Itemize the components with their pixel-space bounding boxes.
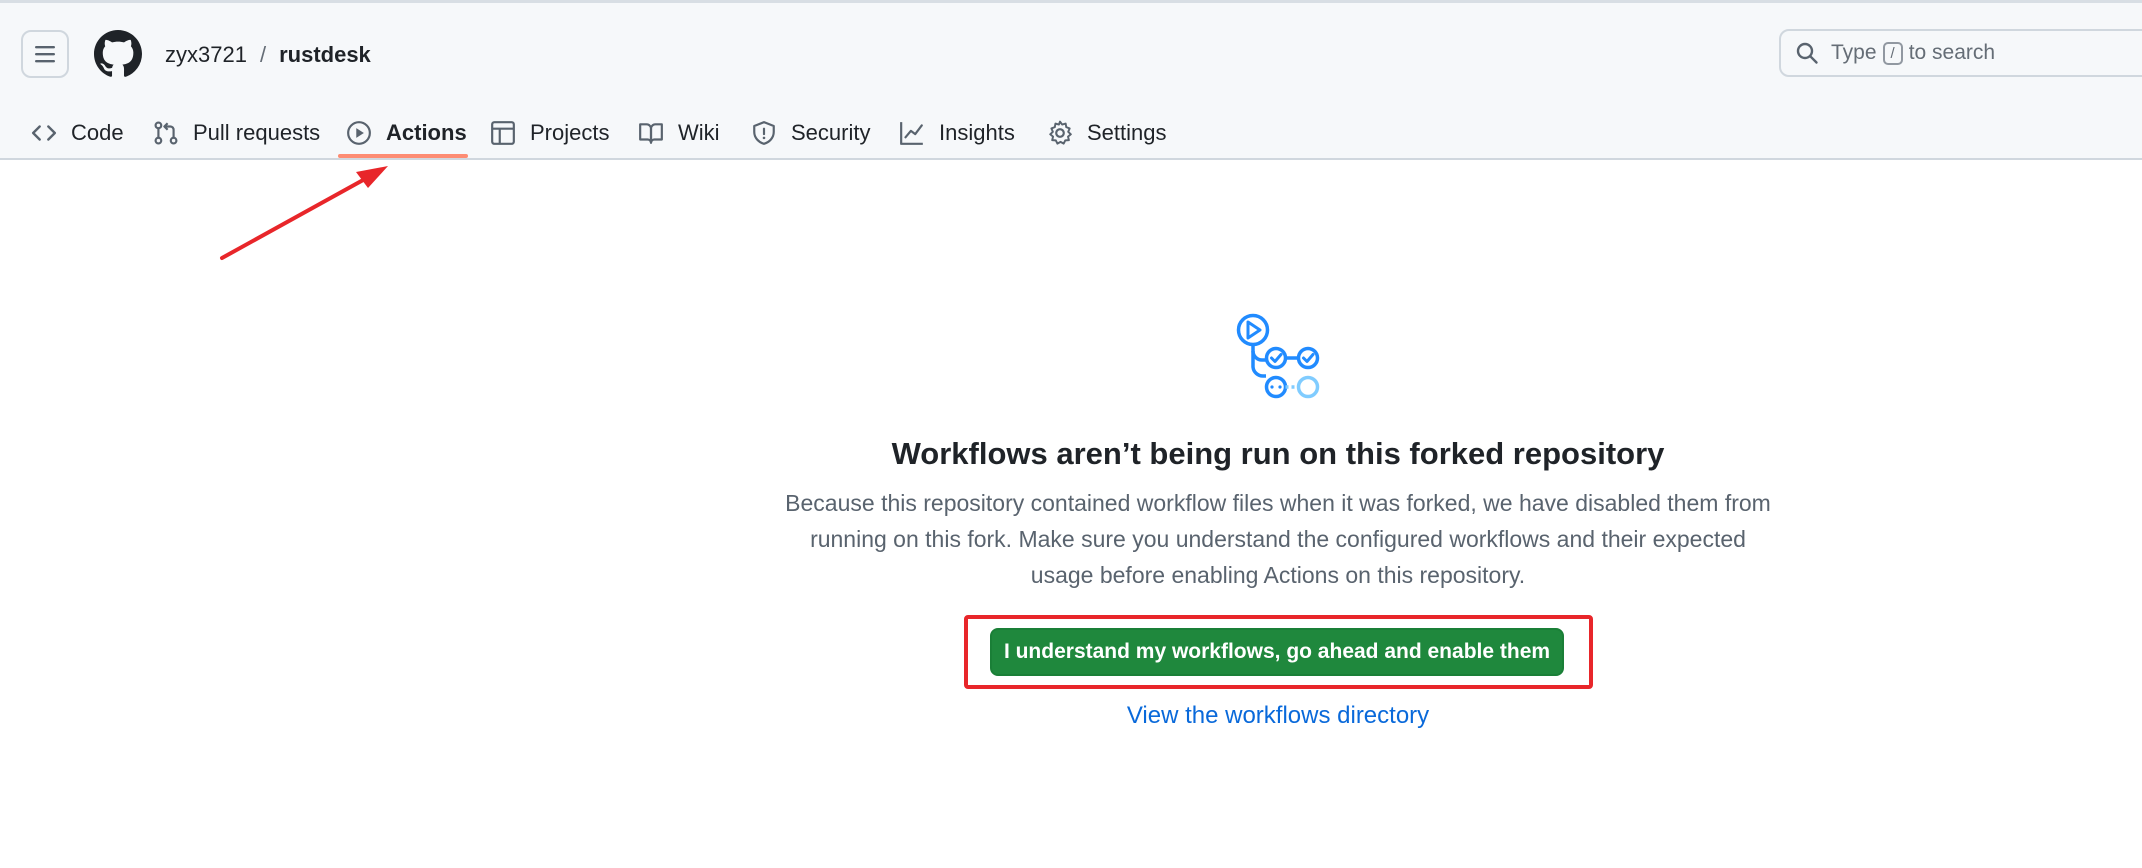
search-icon (1796, 42, 1818, 64)
shield-icon (753, 121, 775, 145)
graph-icon (900, 122, 923, 145)
blankslate-description: Because this repository contained workfl… (748, 485, 1808, 593)
gear-icon (1049, 120, 1072, 145)
annotation-arrow-icon (220, 166, 388, 260)
search-placeholder-prefix: Type (1831, 41, 1877, 64)
search-shortcut-key: / (1882, 41, 1903, 65)
tab-security-label: Security (791, 120, 871, 145)
tab-projects-label: Projects (530, 120, 610, 145)
book-icon (639, 123, 663, 144)
enable-workflows-button[interactable]: I understand my workflows, go ahead and … (990, 628, 1564, 676)
tab-wiki[interactable]: Wiki (638, 105, 720, 161)
tab-wiki-label: Wiki (678, 120, 720, 145)
tab-insights[interactable]: Insights (899, 105, 1015, 161)
tab-settings-label: Settings (1087, 120, 1167, 145)
table-icon (491, 121, 515, 145)
workflows-directory-link[interactable]: View the workflows directory (1030, 702, 1526, 730)
description-line: usage before enabling Actions on this re… (1030, 562, 1526, 588)
search-placeholder-suffix: to search (1908, 41, 1996, 64)
description-line: Because this repository contained workfl… (785, 490, 1771, 516)
blankslate-heading: Workflows aren’t being run on this forke… (891, 436, 1665, 471)
tab-settings[interactable]: Settings (1047, 105, 1167, 161)
description-line: running on this fork. Make sure you unde… (810, 526, 1746, 552)
workflow-blankslate-icon (1236, 313, 1320, 399)
search-input[interactable]: Type / to search (1779, 29, 2142, 77)
tab-projects[interactable]: Projects (490, 105, 609, 161)
tab-security[interactable]: Security (751, 105, 870, 161)
tab-insights-label: Insights (939, 120, 1015, 145)
